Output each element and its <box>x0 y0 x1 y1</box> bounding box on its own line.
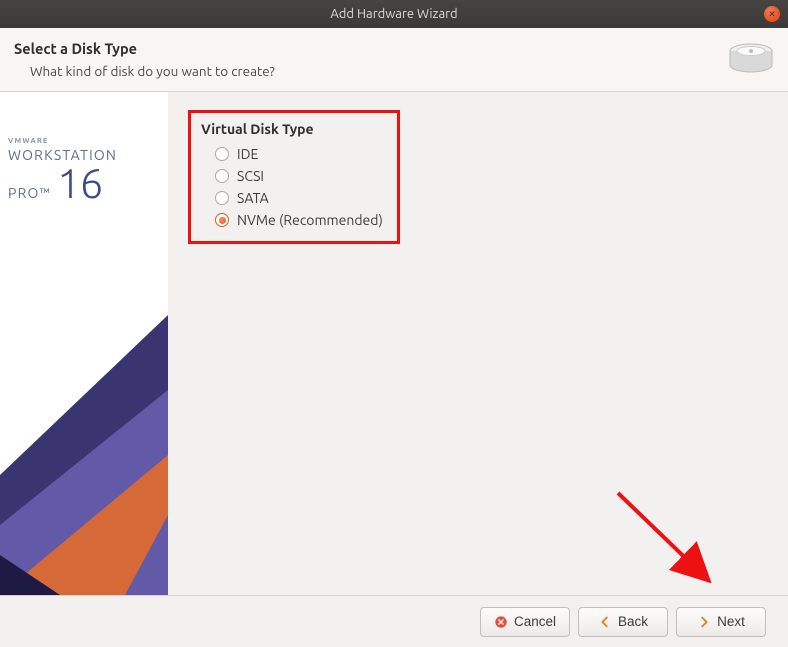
wizard-header: Select a Disk Type What kind of disk do … <box>0 28 788 92</box>
window-title: Add Hardware Wizard <box>330 7 457 21</box>
close-icon[interactable]: ✕ <box>764 6 780 22</box>
disk-type-group-label: Virtual Disk Type <box>201 121 383 137</box>
sidebar-decor <box>0 255 168 595</box>
page-title: Select a Disk Type <box>14 40 275 57</box>
radio-icon <box>215 191 229 205</box>
page-subtitle: What kind of disk do you want to create? <box>30 63 275 79</box>
brand-vendor: VMWARE <box>8 138 117 146</box>
radio-label-sata: SATA <box>237 190 269 206</box>
disk-type-group-highlight: Virtual Disk Type IDE SCSI SATA NVMe (Re… <box>188 110 400 244</box>
radio-label-ide: IDE <box>237 146 258 162</box>
back-icon <box>598 615 612 629</box>
radio-icon <box>215 169 229 183</box>
disk-icon <box>728 42 774 76</box>
next-button[interactable]: Next <box>676 607 766 637</box>
radio-label-scsi: SCSI <box>237 168 264 184</box>
radio-label-nvme: NVMe (Recommended) <box>237 212 383 228</box>
cancel-label: Cancel <box>514 614 556 629</box>
radio-icon-selected <box>215 213 229 227</box>
wizard-content: Virtual Disk Type IDE SCSI SATA NVMe (Re… <box>168 92 788 595</box>
cancel-icon <box>494 615 508 629</box>
back-label: Back <box>618 614 648 629</box>
wizard-footer: Cancel Back Next <box>0 595 788 647</box>
wizard-sidebar: VMWARE WORKSTATION PRO™ 16 <box>0 92 168 595</box>
radio-icon <box>215 147 229 161</box>
brand-version: 16 <box>57 162 102 204</box>
brand-logo: VMWARE WORKSTATION PRO™ 16 <box>8 138 117 204</box>
brand-edition: PRO <box>8 185 40 201</box>
titlebar: Add Hardware Wizard ✕ <box>0 0 788 28</box>
radio-ide[interactable]: IDE <box>201 143 383 165</box>
radio-scsi[interactable]: SCSI <box>201 165 383 187</box>
back-button[interactable]: Back <box>578 607 668 637</box>
cancel-button[interactable]: Cancel <box>480 607 570 637</box>
next-icon <box>697 615 711 629</box>
radio-sata[interactable]: SATA <box>201 187 383 209</box>
next-label: Next <box>717 614 745 629</box>
radio-nvme[interactable]: NVMe (Recommended) <box>201 209 383 231</box>
